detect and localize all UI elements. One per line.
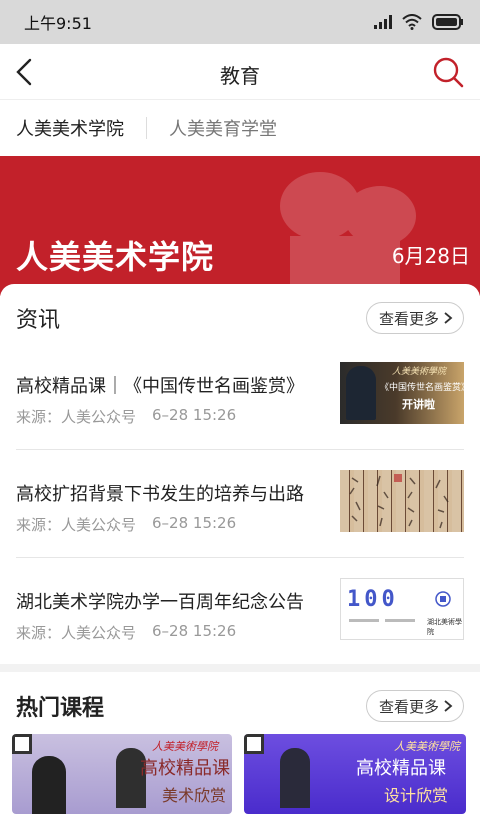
news-title: 高校精品课｜《中国传世名画鉴赏》 [16,376,304,397]
chevron-right-icon [444,700,453,712]
news-section-title: 资讯 [16,308,61,333]
category-tabs: 人美美术学院 人美美育学堂 [0,100,480,156]
course-card[interactable]: 人美美術學院 高校精品课 设计欣赏 [244,734,466,814]
school-emblem-icon [435,591,451,607]
signal-icon [374,15,392,29]
news-source: 来源：人美公众号 [16,624,137,642]
news-time: 6–28 15:26 [152,622,237,640]
course-subtitle: 美术欣赏 [162,786,227,805]
section-gap [0,664,480,672]
banner-date: 6月28日 [391,244,470,268]
course-subtitle: 设计欣赏 [384,786,449,805]
tab-art-academy[interactable]: 人美美术学院 [16,115,124,141]
wifi-icon [402,14,422,30]
hot-courses-section: 热门课程 查看更多 人美美術學院 高校精品课 美术欣赏 人美美術學院 高校精品课… [0,672,480,814]
news-time: 6–28 15:26 [152,406,237,424]
hero-banner: 人美美术学院 6月28日 [0,156,480,296]
news-title: 湖北美术学院办学一百周年纪念公告 [16,592,304,613]
battery-icon [432,14,463,30]
lecturer-figure [280,748,310,808]
news-meta: 来源：人美公众号 6–28 15:26 [16,514,236,535]
tab-divider [146,117,147,139]
anniversary-number: 100 [347,587,399,612]
news-card: 资讯 查看更多 高校精品课｜《中国传世名画鉴赏》 来源：人美公众号 6–28 1… [0,284,480,664]
hot-section-title: 热门课程 [16,696,105,721]
course-title: 高校精品课 [140,758,230,779]
news-meta: 来源：人美公众号 6–28 15:26 [16,622,236,643]
status-bar: 上午9:51 [0,0,480,44]
thumb-course-text: 《中国传世名画鉴赏》 [380,383,464,393]
calligraphy-strokes [349,474,449,529]
search-icon[interactable] [432,56,464,88]
news-more-button[interactable]: 查看更多 [365,302,464,334]
course-brand: 人美美術學院 [152,740,218,753]
anniversary-thumbnail: 100 湖北美術學院 [340,578,464,640]
thumb-brand-text: 人美美術學院 [392,367,447,377]
news-item[interactable]: 高校扩招背景下书发生的培养与出路 来源：人美公众号 6–28 15:26 [16,470,464,578]
banner-title: 人美美术学院 [16,238,215,276]
news-meta: 来源：人美公众号 6–28 15:26 [16,406,236,427]
course-card[interactable]: 人美美術學院 高校精品课 美术欣赏 [12,734,232,814]
news-time: 6–28 15:26 [152,514,237,532]
chevron-right-icon [444,312,453,324]
qr-code-icon [244,734,264,754]
list-divider [16,449,464,450]
qr-code-icon [12,734,32,754]
more-label: 查看更多 [378,309,439,328]
news-source: 来源：人美公众号 [16,408,137,426]
news-source: 来源：人美公众号 [16,516,137,534]
school-name: 湖北美術學院 [427,618,462,636]
thumb-caption: 开讲啦 [402,398,435,411]
lecturer-figure [346,366,376,420]
status-time: 上午9:51 [24,14,92,33]
thumb-text-line [385,619,415,622]
news-title: 高校扩招背景下书发生的培养与出路 [16,484,304,505]
calligraphy-thumbnail [340,470,464,532]
news-thumbnail: 人美美術學院 《中国传世名画鉴赏》 开讲啦 [340,362,464,424]
list-divider [16,557,464,558]
hot-section-header: 热门课程 查看更多 [16,690,464,722]
top-navbar: 教育 [0,44,480,100]
hot-more-button[interactable]: 查看更多 [365,690,464,722]
more-label: 查看更多 [378,697,439,716]
tab-aesthetic-school[interactable]: 人美美育学堂 [169,115,277,141]
page-title: 教育 [220,64,260,88]
news-section-header: 资讯 查看更多 [16,302,464,334]
status-icons [374,14,464,30]
lecturer-figure [32,756,66,814]
course-title: 高校精品课 [356,758,446,779]
course-brand: 人美美術學院 [394,740,460,753]
news-item[interactable]: 高校精品课｜《中国传世名画鉴赏》 来源：人美公众号 6–28 15:26 人美美… [16,362,464,470]
thumb-text-line [349,619,379,622]
